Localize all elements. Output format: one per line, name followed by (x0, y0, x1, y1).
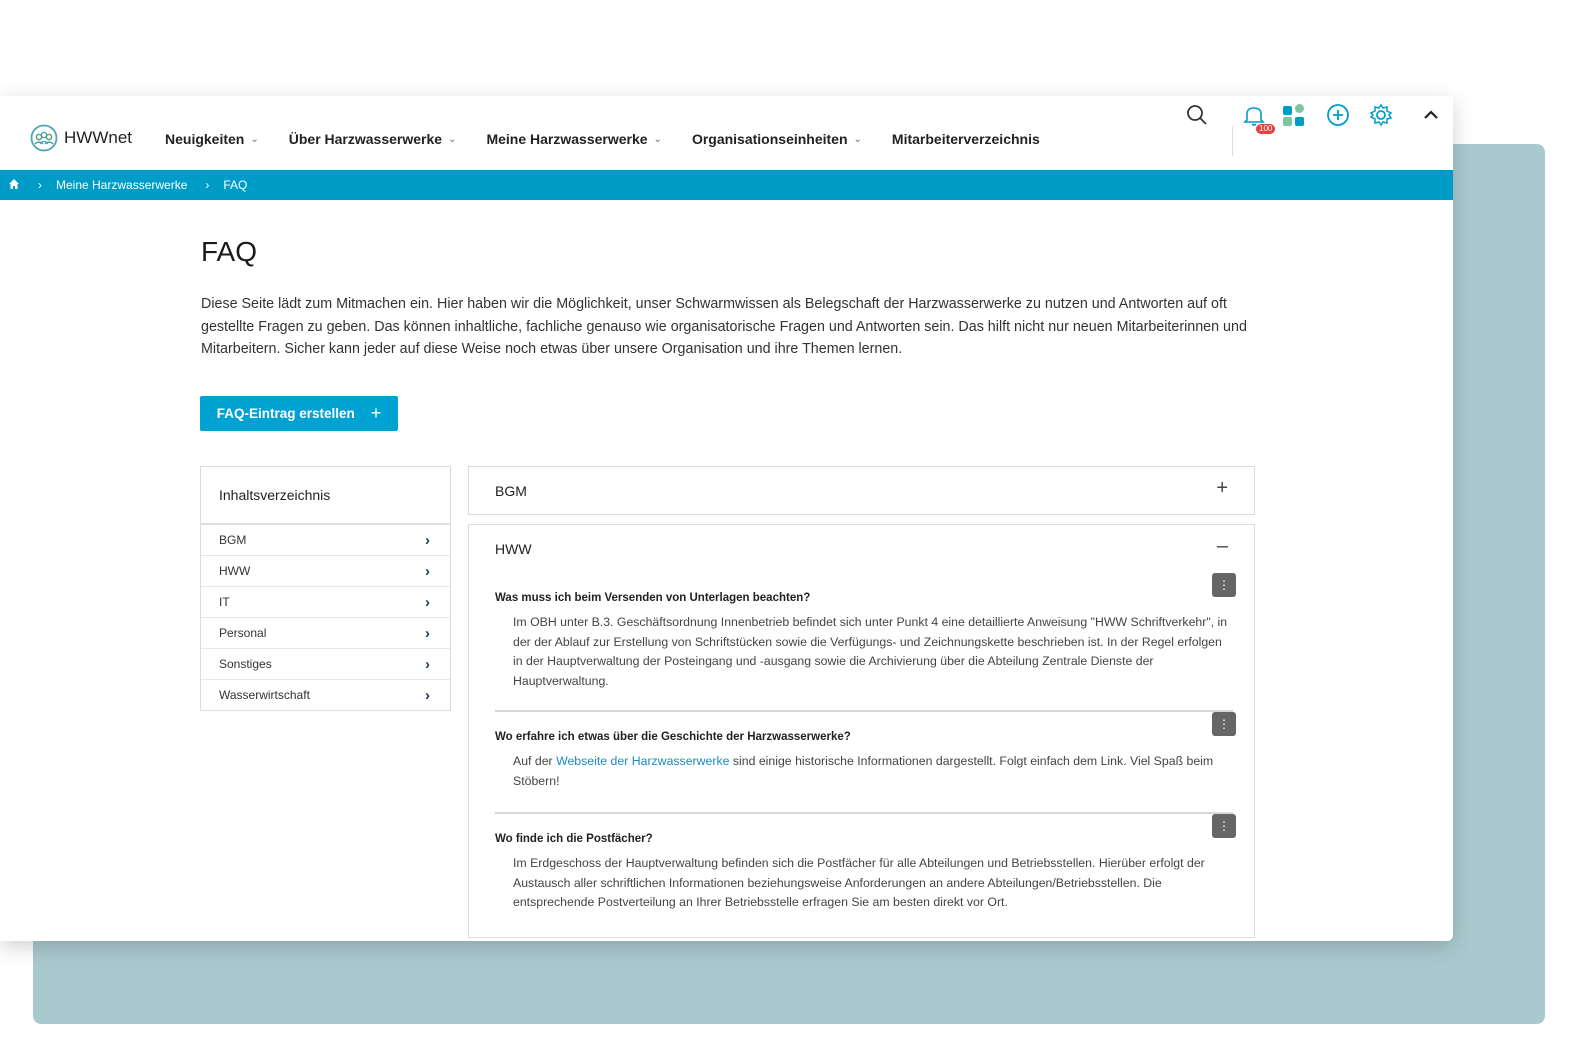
breadcrumb-separator-icon: › (38, 178, 42, 192)
faq-question: Wo erfahre ich etwas über die Geschichte… (495, 731, 851, 743)
expand-icon[interactable]: + (1216, 477, 1228, 500)
breadcrumb: › Meine Harzwasserwerke › FAQ (0, 170, 1453, 200)
toc-item-label: Wasserwirtschaft (219, 688, 310, 702)
chevron-right-icon: › (425, 655, 430, 673)
menu-item-ueber-harzwasserwerke[interactable]: Über Harzwasserwerke ⌄ (289, 131, 457, 147)
chevron-right-icon: › (425, 562, 430, 580)
menu-item-label: Neuigkeiten (165, 131, 245, 147)
breadcrumb-item-faq: FAQ (223, 178, 248, 192)
breadcrumb-item-meine-harzwasserwerke[interactable]: Meine Harzwasserwerke (56, 178, 187, 192)
gear-icon[interactable] (1368, 102, 1394, 128)
main-menu: Neuigkeiten ⌄ Über Harzwasserwerke ⌄ Mei… (165, 131, 1070, 147)
accordion-title: BGM (495, 483, 527, 499)
logo-text: HWWnet (64, 128, 132, 147)
chevron-down-icon: ⌄ (250, 133, 259, 145)
search-icon[interactable] (1184, 102, 1210, 128)
toc-item-bgm[interactable]: BGM › (201, 525, 450, 556)
chevron-right-icon: › (425, 686, 430, 704)
menu-item-meine-harzwasserwerke[interactable]: Meine Harzwasserwerke ⌄ (486, 131, 661, 147)
chevron-down-icon: ⌄ (653, 133, 662, 145)
table-of-contents: Inhaltsverzeichnis BGM › HWW › IT › Pers… (200, 466, 451, 711)
toc-heading: Inhaltsverzeichnis (201, 467, 450, 525)
menu-item-label: Über Harzwasserwerke (288, 131, 443, 147)
nav-divider (1232, 126, 1233, 156)
toc-item-label: Sonstiges (219, 657, 272, 671)
menu-item-neuigkeiten[interactable]: Neuigkeiten ⌄ (165, 131, 259, 147)
faq-answer: Auf der Webseite der Harzwasserwerke sin… (513, 752, 1233, 791)
chevron-down-icon: ⌄ (853, 133, 862, 145)
toc-item-label: BGM (219, 533, 247, 547)
faq-entry: Wo erfahre ich etwas über die Geschichte… (495, 731, 1233, 791)
toc-item-sonstiges[interactable]: Sonstiges › (201, 649, 450, 680)
toc-item-wasserwirtschaft[interactable]: Wasserwirtschaft › (201, 680, 450, 710)
menu-item-label: Mitarbeiterverzeichnis (891, 131, 1040, 147)
top-navigation: HWWnet Neuigkeiten ⌄ Über Harzwasserwerk… (0, 96, 1453, 170)
plus-icon: + (370, 403, 382, 423)
chevron-down-icon: ⌄ (448, 133, 457, 145)
collapse-icon[interactable]: – (1217, 535, 1228, 558)
faq-answer: Im Erdgeschoss der Hauptverwaltung befin… (513, 856, 1205, 909)
breadcrumb-separator-icon: › (205, 178, 210, 192)
faq-question: Wo finde ich die Postfächer? (495, 833, 653, 845)
create-faq-button[interactable]: FAQ-Eintrag erstellen + (200, 396, 398, 431)
toc-item-label: HWW (219, 564, 251, 578)
toc-item-hww[interactable]: HWW › (201, 556, 450, 587)
faq-divider (495, 812, 1233, 814)
chevron-right-icon: › (425, 593, 430, 611)
faq-entry: Was muss ich beim Versenden von Unterlag… (495, 592, 1233, 691)
harzwasserwerke-website-link[interactable]: Webseite der Harzwasserwerke (556, 754, 729, 768)
page-title: FAQ (201, 236, 258, 267)
toc-item-label: IT (219, 595, 230, 609)
toc-item-it[interactable]: IT › (201, 587, 450, 618)
chevron-right-icon: › (425, 531, 430, 549)
apps-icon[interactable] (1281, 102, 1307, 128)
add-circle-icon[interactable] (1325, 102, 1351, 128)
chevron-right-icon: › (425, 624, 430, 642)
faq-divider (495, 710, 1233, 712)
menu-item-organisationseinheiten[interactable]: Organisationseinheiten ⌄ (692, 131, 862, 147)
logo-icon (30, 124, 58, 152)
toc-item-personal[interactable]: Personal › (201, 618, 450, 649)
accordion-title[interactable]: HWW (495, 541, 532, 557)
faq-answer: Im OBH unter B.3. Geschäftsordnung Innen… (513, 615, 1228, 688)
menu-item-label: Meine Harzwasserwerke (486, 131, 648, 147)
browser-window: HWWnet Neuigkeiten ⌄ Über Harzwasserwerk… (0, 96, 1453, 941)
create-faq-button-label: FAQ-Eintrag erstellen (216, 406, 355, 421)
notification-badge: 100 (1256, 124, 1276, 134)
menu-item-mitarbeiterverzeichnis[interactable]: Mitarbeiterverzeichnis (892, 131, 1040, 147)
intro-text: Diese Seite lädt zum Mitmachen ein. Hier… (201, 296, 1247, 357)
chevron-up-icon[interactable] (1418, 102, 1444, 128)
accordion-hww: HWW – ⋮ Was muss ich beim Versenden von … (468, 524, 1255, 938)
faq-question: Was muss ich beim Versenden von Unterlag… (495, 592, 811, 604)
toc-item-label: Personal (219, 626, 267, 640)
faq-entry: Wo finde ich die Postfächer? Im Erdgesch… (495, 833, 1233, 913)
home-icon[interactable] (8, 178, 20, 193)
menu-item-label: Organisationseinheiten (691, 131, 848, 147)
faq-answer-text: Auf der (513, 754, 557, 768)
accordion-bgm[interactable]: BGM + (468, 466, 1255, 515)
logo[interactable]: HWWnet (30, 124, 132, 152)
